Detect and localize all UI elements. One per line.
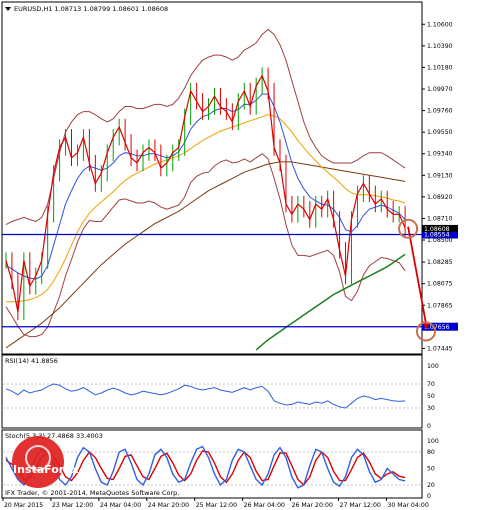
time-tick-label: 30 Mar 04:00 — [387, 502, 428, 509]
stoch-tick-label: 20 — [427, 482, 435, 489]
price-tick-label: 1.09550 — [427, 129, 453, 136]
current-price-label: 1.08608 — [424, 226, 450, 233]
logo-burst-icon — [12, 436, 64, 488]
rsi-tick-label: 70 — [427, 381, 435, 388]
stoch-tick-label: 80 — [427, 449, 435, 456]
stoch-tick-label: 100 — [427, 438, 439, 445]
price-tick-label: 1.10600 — [427, 21, 453, 28]
price-tick-label: 1.09970 — [427, 86, 453, 93]
rsi-line — [5, 383, 406, 409]
time-tick-label: 20 Mar 2015 — [4, 502, 43, 509]
rsi-panel-frame — [1, 354, 423, 429]
time-tick-label: 25 Mar 12:00 — [196, 502, 237, 509]
rsi-tick-label: 100 — [427, 363, 439, 370]
rsi-tick-label: 30 — [427, 405, 435, 412]
price-tick-label: 1.10180 — [427, 64, 453, 71]
rsi-plot: 100 70 50 30 0 — [3, 363, 439, 430]
price-tick-label: 1.09760 — [427, 108, 453, 115]
rsi-tick-label: 0 — [427, 423, 431, 430]
price-tick-label: 1.07445 — [427, 345, 453, 352]
price-tick-label: 1.08920 — [427, 194, 453, 201]
stoch-tick-label: 50 — [427, 466, 435, 473]
forecast-arrow-line — [407, 226, 427, 324]
price-axis: 1.10600 1.10390 1.10180 1.09970 1.09760 1.095… — [422, 21, 453, 352]
time-tick-label: 24 Mar 04:00 — [100, 502, 141, 509]
price-tick-label: 1.08500 — [427, 237, 453, 244]
stoch-title: Stoch(5,3,3) 27.4868 33.4003 — [5, 432, 103, 440]
main-panel-frame — [1, 1, 423, 355]
chart-canvas: EURUSD,H1 1.08713 1.08799 1.08601 1.0860… — [1, 1, 458, 509]
logo-text: InstaForex — [13, 463, 79, 476]
price-tick-label: 1.09130 — [427, 172, 453, 179]
dropdown-triangle-icon[interactable] — [5, 7, 11, 11]
copyright-text: IFX Trader, © 2001-2014, MetaQuotes Soft… — [5, 489, 179, 497]
time-tick-label: 27 Mar 12:00 — [340, 502, 381, 509]
main-plot: 1.085541.076561.08608 — [2, 28, 458, 351]
price-tick-label: 1.08710 — [427, 215, 453, 222]
price-tick-label: 1.08075 — [427, 281, 453, 288]
time-tick-label: 26 Mar 04:00 — [244, 502, 285, 509]
price-tick-label: 1.10390 — [427, 43, 453, 50]
price-tick-label: 1.09340 — [427, 151, 453, 158]
series-band-upper — [5, 28, 406, 226]
time-tick-label: 24 Mar 20:00 — [148, 502, 189, 509]
time-tick-label: 23 Mar 12:00 — [52, 502, 93, 509]
time-axis: 20 Mar 2015 23 Mar 12:00 24 Mar 04:00 24 Ma… — [2, 498, 429, 509]
price-tick-label: 1.08285 — [427, 259, 453, 266]
stoch-tick-label: 0 — [427, 493, 431, 500]
price-tick-label: 1.07865 — [427, 302, 453, 309]
time-tick-label: 26 Mar 20:00 — [292, 502, 333, 509]
main-title: EURUSD,H1 1.08713 1.08799 1.08601 1.0860… — [14, 5, 168, 13]
rsi-title: RSI(14) 41.8856 — [5, 357, 58, 365]
series-ma-green — [255, 253, 406, 351]
rsi-tick-label: 50 — [427, 393, 435, 400]
